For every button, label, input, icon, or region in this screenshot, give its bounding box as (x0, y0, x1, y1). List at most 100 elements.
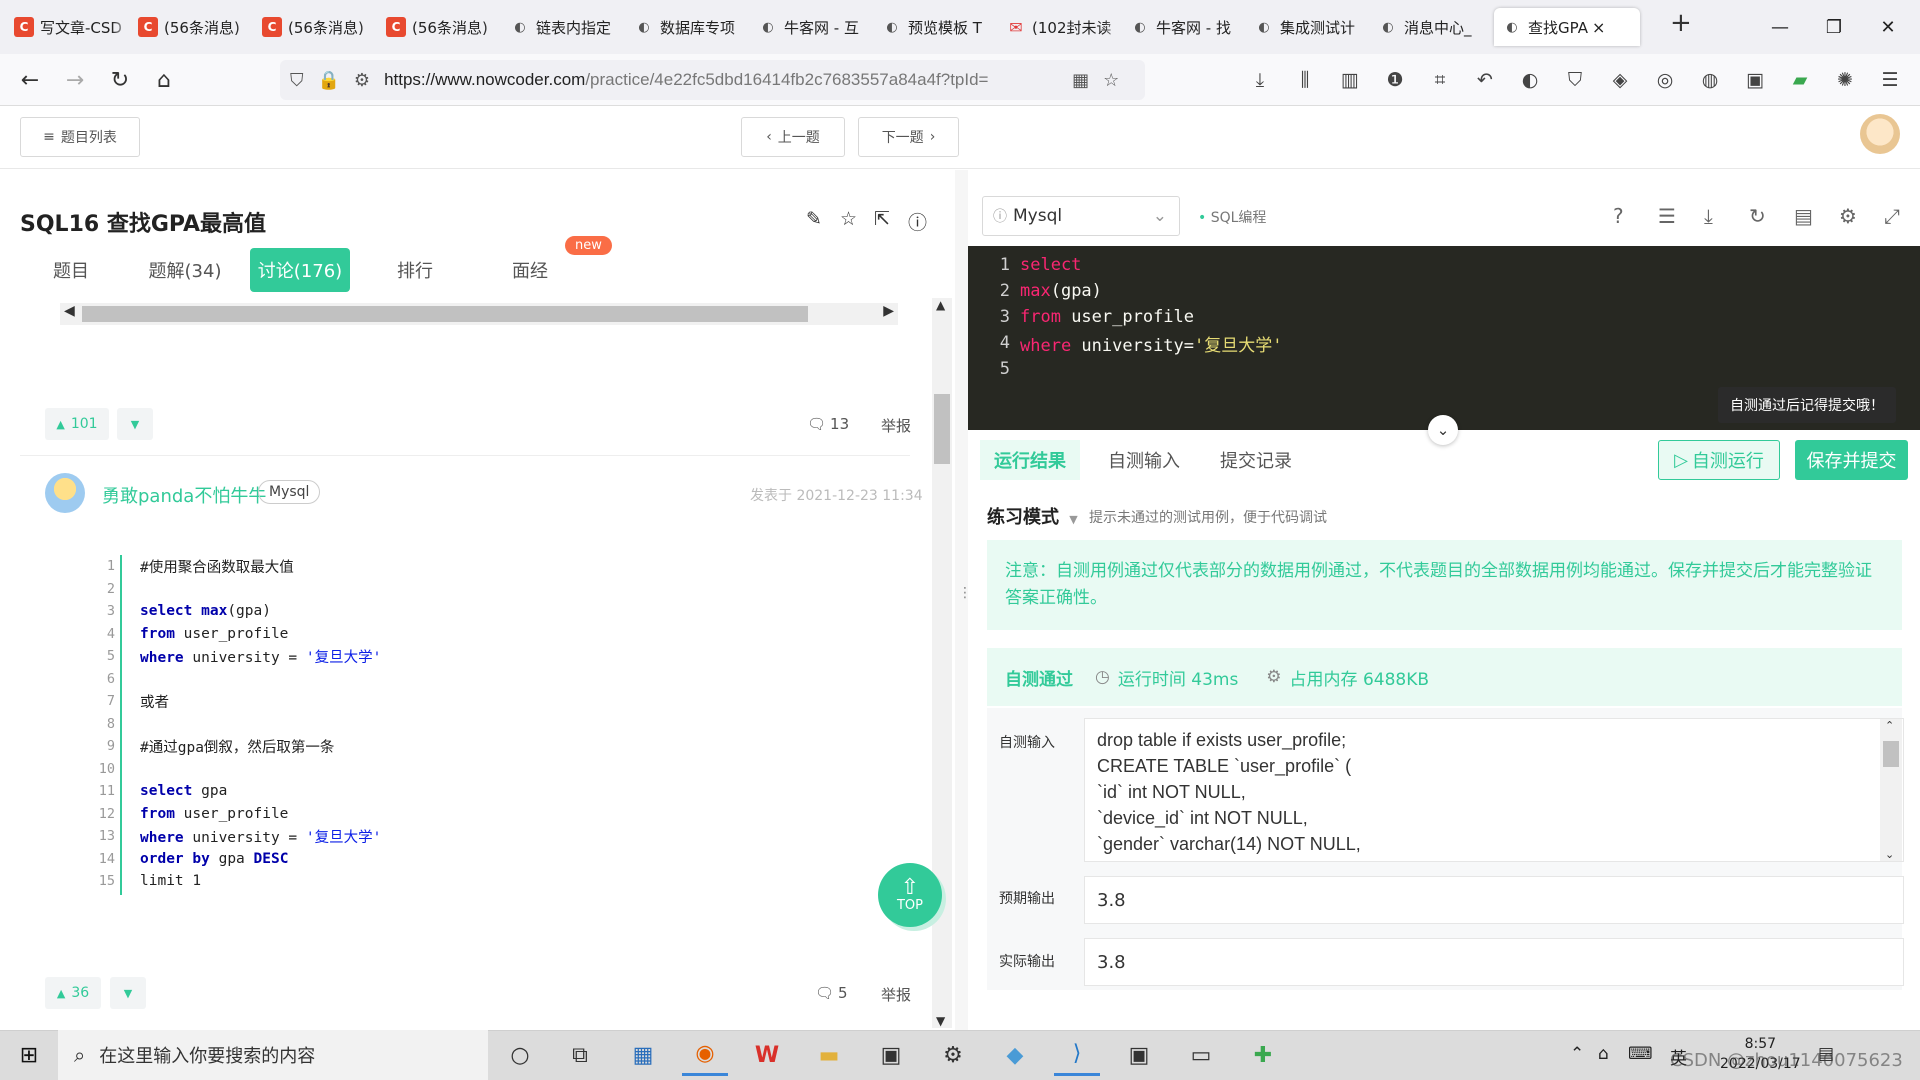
prev-question-button[interactable]: ‹ 上一题 (741, 117, 845, 157)
input-scrollbar[interactable]: ⌃ ⌄ (1880, 719, 1902, 861)
extension-icon[interactable]: ◐ (1514, 64, 1546, 96)
browser-tab[interactable]: C (56条消息) (378, 8, 502, 46)
browser-tab[interactable]: C (56条消息) (130, 8, 254, 46)
template-icon[interactable]: ▤ (1794, 204, 1813, 228)
home-icon[interactable]: ⌂ (144, 60, 184, 100)
fullscreen-icon[interactable]: ⤢ (1884, 204, 1900, 228)
upvote-button[interactable]: ▲ 101 (45, 408, 109, 440)
save-and-submit-button[interactable]: 保存并提交 (1795, 440, 1908, 480)
back-to-top-button[interactable]: ⇧ TOP (878, 863, 942, 927)
extension-counter-icon[interactable]: ❶ (1379, 64, 1411, 96)
sidebar-icon[interactable]: ▥ (1334, 64, 1366, 96)
next-question-button[interactable]: 下一题 › (858, 117, 959, 157)
share-icon[interactable]: ⇱ (874, 208, 890, 230)
task-view-icon[interactable]: ⧉ (557, 1034, 603, 1076)
panel-resizer[interactable]: ⋮ (955, 170, 972, 1030)
outline-list-icon[interactable]: ☰ (1658, 204, 1676, 228)
chevron-up-icon[interactable]: ⌃ (1570, 1044, 1584, 1064)
upvote-button[interactable]: ▲ 36 (45, 977, 101, 1009)
crop-icon[interactable]: ⌗ (1424, 64, 1456, 96)
practice-mode-select[interactable]: 练习模式 ▼ (987, 503, 1078, 529)
network-icon[interactable]: ⌂ (1598, 1044, 1609, 1064)
browser-tab[interactable]: ✉ (102封未读 (998, 8, 1122, 46)
firefox-icon[interactable]: ◉ (682, 1034, 728, 1076)
new-tab-button[interactable]: + (1670, 8, 1692, 38)
comment-count[interactable]: 🗨 13 (807, 415, 849, 433)
scroll-up-icon[interactable]: ▲ (936, 298, 945, 312)
horizontal-scrollbar[interactable]: ◀ ▶ (60, 303, 898, 325)
scrollbar-thumb[interactable] (82, 306, 808, 322)
tab-ranking[interactable]: 排行 (385, 248, 445, 292)
extension-icon[interactable]: ✺ (1829, 64, 1861, 96)
wps-icon[interactable]: W (744, 1034, 790, 1076)
close-icon[interactable]: × (1592, 18, 1605, 37)
browser-tab[interactable]: C 写文章-CSDN (6, 8, 130, 46)
file-explorer-icon[interactable]: ▬ (806, 1034, 852, 1076)
vertical-scrollbar[interactable]: ▲ ▼ (932, 298, 952, 1028)
scrollbar-thumb[interactable] (934, 394, 950, 464)
help-icon[interactable]: ? (1613, 204, 1624, 228)
browser-tab[interactable]: C (56条消息) (254, 8, 378, 46)
app-icon[interactable]: ✚ (1240, 1034, 1286, 1076)
scroll-down-icon[interactable]: ⌄ (1885, 848, 1894, 861)
tab-custom-input[interactable]: 自测输入 (1096, 440, 1192, 480)
tab-run-result[interactable]: 运行结果 (980, 440, 1080, 480)
download-icon[interactable]: ⤓ (1704, 204, 1713, 228)
taskbar-search-input[interactable]: ⌕ 在这里输入你要搜索的内容 (58, 1030, 488, 1080)
library-icon[interactable]: ⫼ (1289, 64, 1321, 96)
browser-tab[interactable]: ◐ 链表内指定 (502, 8, 626, 46)
reset-icon[interactable]: ↻ (1749, 204, 1766, 228)
scroll-down-icon[interactable]: ▼ (936, 1014, 945, 1028)
favorite-star-icon[interactable]: ☆ (840, 208, 857, 230)
browser-tab[interactable]: ◐ 数据库专项 (626, 8, 750, 46)
comment-count[interactable]: 🗨 5 (815, 984, 848, 1002)
undo-icon[interactable]: ↶ (1469, 64, 1501, 96)
user-avatar[interactable] (1860, 114, 1900, 154)
collapse-editor-button[interactable]: ⌄ (1428, 415, 1458, 445)
tab-description[interactable]: 题目 (40, 248, 102, 292)
scroll-right-icon[interactable]: ▶ (883, 303, 894, 319)
downloads-icon[interactable]: ⤓ (1244, 64, 1276, 96)
self-test-input-display[interactable]: drop table if exists user_profile; CREAT… (1084, 718, 1904, 862)
tab-interviews[interactable]: 面经 (500, 248, 560, 292)
menu-icon[interactable]: ☰ (1874, 64, 1906, 96)
author-name[interactable]: 勇敢panda不怕牛牛 (102, 482, 266, 508)
edit-icon[interactable]: ✎ (806, 208, 822, 230)
tab-solutions[interactable]: 题解(34) (140, 248, 230, 292)
extension-icon[interactable]: ▰ (1784, 64, 1816, 96)
report-link[interactable]: 举报 (881, 415, 911, 436)
monitor-icon[interactable]: ▭ (1178, 1034, 1224, 1076)
language-select[interactable]: ⓘ Mysql ⌄ (982, 196, 1180, 236)
keyboard-icon[interactable]: ⌨ (1628, 1044, 1653, 1064)
scrollbar-thumb[interactable] (1883, 741, 1899, 767)
downvote-button[interactable]: ▼ (117, 408, 153, 440)
browser-tab[interactable]: ◐ 牛客网 - 找 (1122, 8, 1246, 46)
address-bar[interactable]: ⛉ 🔒 ⚙ https://www.nowcoder.com/practice/… (280, 60, 1145, 100)
browser-tab[interactable]: ◐ 消息中心_ (1370, 8, 1494, 46)
report-link[interactable]: 举报 (881, 984, 911, 1005)
info-icon[interactable]: ⓘ (908, 208, 927, 235)
settings-gear-icon[interactable]: ⚙ (1839, 204, 1857, 228)
browser-tab[interactable]: ◐ 牛客网 - 互 (750, 8, 874, 46)
self-test-run-button[interactable]: ▷ 自测运行 (1658, 440, 1780, 480)
restore-icon[interactable]: ❐ (1806, 0, 1862, 54)
globe-icon[interactable]: ◍ (1694, 64, 1726, 96)
shield-extension-icon[interactable]: ◈ (1604, 64, 1636, 96)
question-list-button[interactable]: ≡ 题目列表 (20, 117, 140, 157)
settings-gear-icon[interactable]: ⚙ (930, 1034, 976, 1076)
browser-tab[interactable]: ◐ 查找GPA × (1494, 8, 1640, 46)
windows-start-icon[interactable]: ⊞ (0, 1030, 58, 1080)
author-avatar[interactable] (45, 473, 85, 513)
scroll-left-icon[interactable]: ◀ (64, 303, 75, 319)
close-icon[interactable]: ✕ (1860, 0, 1916, 54)
forward-icon[interactable]: → (55, 60, 95, 100)
qr-code-icon[interactable]: ▦ (1072, 70, 1089, 91)
reload-icon[interactable]: ↻ (100, 60, 140, 100)
store-icon[interactable]: ▦ (620, 1034, 666, 1076)
terminal-icon[interactable]: ▣ (1116, 1034, 1162, 1076)
minimize-icon[interactable]: — (1752, 0, 1808, 54)
terminal-icon[interactable]: ▣ (868, 1034, 914, 1076)
bookmark-star-icon[interactable]: ☆ (1103, 70, 1119, 91)
browser-tab[interactable]: ◐ 集成测试计 (1246, 8, 1370, 46)
vscode-icon[interactable]: ⟩ (1054, 1034, 1100, 1076)
